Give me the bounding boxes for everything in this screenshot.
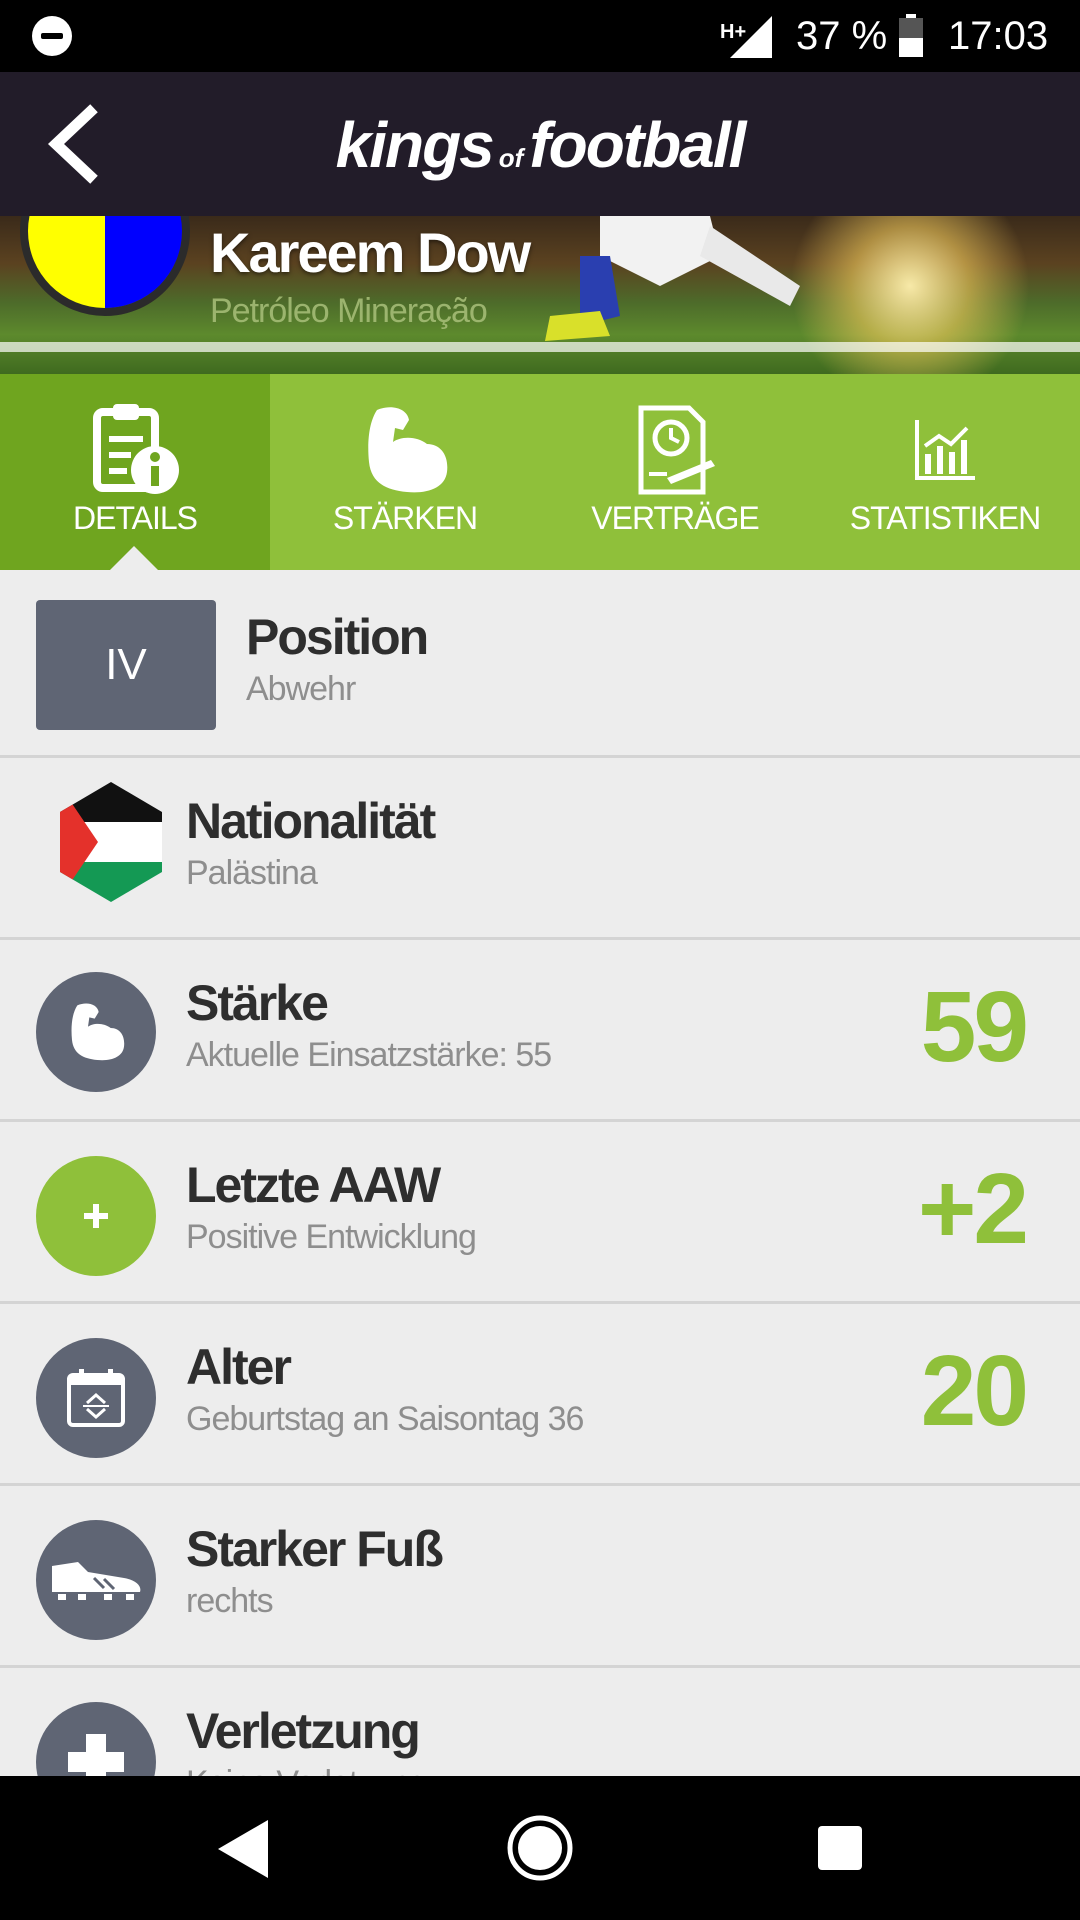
player-name: Kareem Dow — [210, 221, 531, 284]
club-logo — [20, 216, 190, 316]
strong-foot-title: Starker Fuß — [186, 1521, 444, 1577]
age-value: 20 — [920, 1335, 1029, 1447]
do-not-disturb-icon — [32, 16, 72, 56]
chart-icon — [915, 420, 975, 480]
football-boot-icon — [52, 1562, 141, 1600]
detail-row-strong-foot: Starker Fuß rechts — [0, 1486, 1080, 1668]
position-value: Abwehr — [246, 670, 356, 708]
logo-word-kings: kings — [335, 109, 495, 181]
club-name[interactable]: Petróleo Mineração — [210, 292, 488, 331]
nav-recents-icon[interactable] — [816, 1824, 864, 1872]
age-title: Alter — [186, 1339, 292, 1395]
tab-staerken[interactable]: STÄRKEN — [270, 374, 540, 570]
age-birthday: Geburtstag an Saisontag 36 — [186, 1400, 584, 1438]
last-aaw-value: +2 — [917, 1153, 1029, 1265]
detail-row-last-aaw: Letzte AAW Positive Entwicklung +2 — [0, 1122, 1080, 1304]
player-hero-banner: Kareem Dow Petróleo Mineração — [0, 216, 1080, 374]
calendar-icon — [67, 1369, 125, 1427]
player-tabs: DETAILS STÄRKEN VERTRÄGE STATISTIKEN — [0, 374, 1080, 570]
strength-icon-circle — [36, 972, 156, 1092]
battery-percent: 37 % — [796, 14, 888, 58]
plus-icon — [84, 1204, 108, 1228]
nav-home-icon[interactable] — [506, 1814, 574, 1882]
tab-statistiken-label: STATISTIKEN — [849, 500, 1042, 536]
detail-row-age: Alter Geburtstag an Saisontag 36 20 — [0, 1304, 1080, 1486]
logo-word-football: football — [529, 109, 746, 181]
detail-row-strength: Stärke Aktuelle Einsatzstärke: 55 59 — [0, 940, 1080, 1122]
palestine-flag-icon — [60, 782, 162, 902]
position-title: Position — [246, 609, 429, 665]
nationality-title: Nationalität — [186, 793, 436, 849]
nav-back-icon[interactable] — [214, 1818, 270, 1880]
nationality-value: Palästina — [186, 854, 318, 892]
status-bar: H+ 37 % 17:03 — [0, 0, 1080, 72]
position-badge: IV — [36, 600, 216, 730]
clock: 17:03 — [948, 14, 1049, 58]
battery-icon — [899, 14, 923, 57]
detail-row-position: IV Position Abwehr — [0, 570, 1080, 758]
plus-icon-circle — [36, 1156, 156, 1276]
strength-title: Stärke — [186, 975, 329, 1031]
tab-statistiken[interactable]: STATISTIKEN — [810, 374, 1080, 570]
tab-details-label: DETAILS — [73, 500, 198, 536]
contract-icon — [638, 405, 715, 495]
strength-value: 59 — [920, 971, 1029, 1083]
kneeling-player-image — [545, 216, 800, 341]
tab-staerken-label: STÄRKEN — [332, 500, 478, 536]
strong-foot-value: rechts — [186, 1582, 274, 1620]
network-type: H+ — [720, 21, 747, 43]
age-icon-circle — [36, 1338, 156, 1458]
app-header: kings offootball — [0, 72, 1080, 216]
logo-word-of: of — [498, 143, 524, 173]
tab-details[interactable]: DETAILS — [0, 374, 270, 570]
app-logo: kings offootball — [0, 108, 1080, 182]
injury-title: Verletzung — [186, 1703, 421, 1759]
foot-icon-circle — [36, 1520, 156, 1640]
detail-row-nationality: Nationalität Palästina — [0, 758, 1080, 940]
muscle-icon — [71, 1003, 125, 1061]
muscle-icon — [368, 407, 448, 493]
last-aaw-description: Positive Entwicklung — [186, 1218, 477, 1256]
tab-vertraege-label: VERTRÄGE — [591, 500, 759, 536]
strength-current: Aktuelle Einsatzstärke: 55 — [186, 1036, 552, 1074]
active-tab-pointer — [110, 546, 158, 570]
details-info-icon — [93, 404, 179, 494]
system-nav-bar — [0, 1776, 1080, 1920]
last-aaw-title: Letzte AAW — [186, 1157, 441, 1213]
tab-vertraege[interactable]: VERTRÄGE — [540, 374, 810, 570]
